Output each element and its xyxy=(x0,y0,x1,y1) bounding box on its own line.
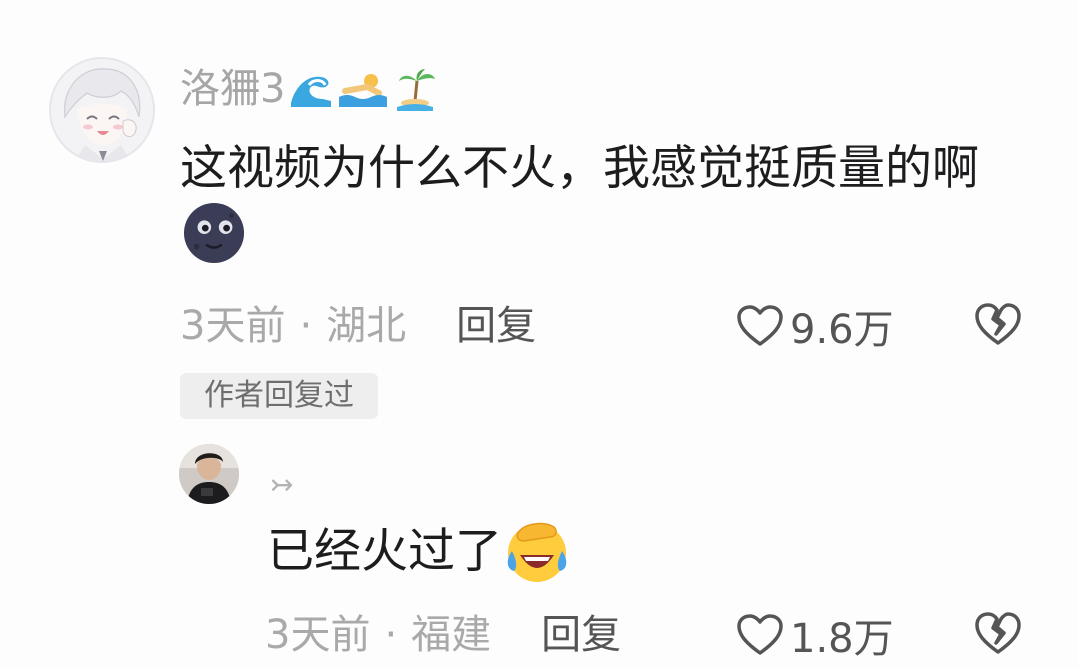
reply-to-reply-button[interactable]: 回复 xyxy=(541,607,621,663)
wave-icon xyxy=(291,76,332,107)
reply-meta: 3天前 · 福建 回复 xyxy=(265,607,621,663)
new-moon-face-icon xyxy=(183,202,245,264)
reply-button[interactable]: 回复 xyxy=(456,298,536,354)
reply-arrow-icon: ↣ xyxy=(270,468,294,501)
meta-separator: · xyxy=(299,303,313,349)
broken-heart-icon xyxy=(975,612,1021,654)
comment-location: 湖北 xyxy=(326,303,407,349)
replier-avatar[interactable] xyxy=(179,444,239,504)
reply-text: 已经火过了 xyxy=(267,524,502,579)
broken-heart-icon xyxy=(975,303,1021,345)
island-icon xyxy=(397,69,436,111)
laughing-tears-face-icon xyxy=(507,522,567,582)
like-button[interactable]: 9.6万 xyxy=(736,298,894,354)
username-text: 洛狦3 xyxy=(180,66,286,112)
heart-icon xyxy=(737,305,783,346)
reply-body: 已经火过了 xyxy=(267,519,570,585)
person-photo-avatar-icon xyxy=(179,444,239,504)
like-count: 9.6万 xyxy=(790,307,894,353)
reply-time: 3天前 xyxy=(265,612,371,658)
commenter-username[interactable]: 洛狦3 xyxy=(180,62,437,116)
heart-icon xyxy=(737,614,783,655)
commenter-avatar[interactable] xyxy=(49,57,155,163)
reply-like-count: 1.8万 xyxy=(790,616,894,662)
comment-meta: 3天前 · 湖北 回复 xyxy=(180,298,536,354)
anime-boy-avatar-icon xyxy=(51,59,153,161)
reply-location: 福建 xyxy=(411,612,492,658)
comment-time: 3天前 xyxy=(180,303,286,349)
reply-like-button[interactable]: 1.8万 xyxy=(736,607,894,663)
dislike-button[interactable] xyxy=(974,301,1024,351)
comment-body: 这视频为什么不火，我感觉挺质量的啊 xyxy=(180,136,1020,270)
comment-text: 这视频为什么不火，我感觉挺质量的啊 xyxy=(180,141,979,196)
swimmer-icon xyxy=(339,74,388,107)
meta-separator: · xyxy=(384,612,398,658)
reply-dislike-button[interactable] xyxy=(974,610,1024,660)
author-replied-badge: 作者回复过 xyxy=(180,373,378,419)
